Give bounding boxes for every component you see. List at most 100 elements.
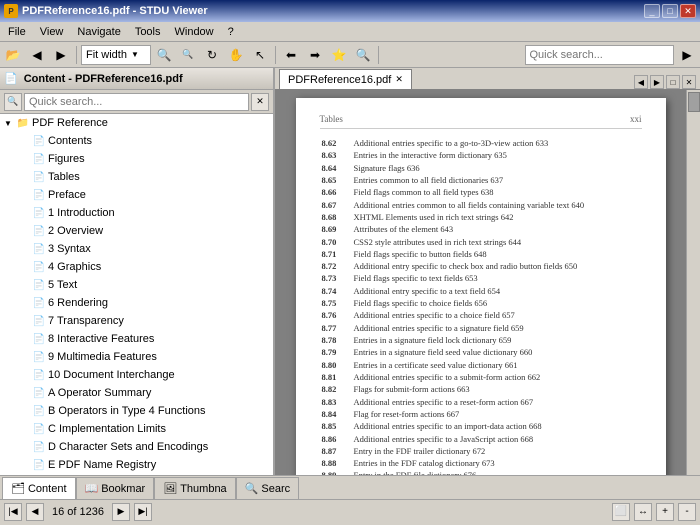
tree-item[interactable]: ▼📁PDF Reference <box>0 114 273 132</box>
tree-item[interactable]: 📄Preface <box>0 186 273 204</box>
page-header-left: Tables <box>320 114 343 124</box>
tree-item[interactable]: 📄F Linearized PDF <box>0 474 273 475</box>
tree-item[interactable]: 📄8 Interactive Features <box>0 330 273 348</box>
tree-item[interactable]: 📄5 Text <box>0 276 273 294</box>
tree-item[interactable]: 📄9 Multimedia Features <box>0 348 273 366</box>
prev-page-button[interactable]: ⬅ <box>280 44 302 66</box>
tab-thumbna[interactable]: 🖼 Thumbna <box>154 477 235 499</box>
toc-text: Entries in a certificate seed value dict… <box>350 359 640 371</box>
fit-width-selector[interactable]: Fit width ▼ <box>81 45 151 65</box>
menu-tools[interactable]: Tools <box>129 24 167 40</box>
toc-num: 8.62 <box>322 137 350 149</box>
tree-item[interactable]: 📄Figures <box>0 150 273 168</box>
pdf-tab-close-icon[interactable]: ✕ <box>395 74 403 85</box>
tree-item[interactable]: 📄B Operators in Type 4 Functions <box>0 402 273 420</box>
toc-entry: 8.85 Additional entries specific to an i… <box>320 420 642 432</box>
toc-num: 8.86 <box>322 433 350 445</box>
menu-help[interactable]: ? <box>222 24 240 40</box>
toc-text: CSS2 style attributes used in rich text … <box>350 236 640 248</box>
zoom-out-button[interactable]: 🔍 <box>177 44 199 66</box>
tree-item[interactable]: 📄4 Graphics <box>0 258 273 276</box>
tree-item[interactable]: 📄3 Syntax <box>0 240 273 258</box>
toc-num: 8.74 <box>322 285 350 297</box>
search-box-toolbar[interactable] <box>525 45 675 65</box>
toc-entry: 8.86 Additional entries specific to a Ja… <box>320 433 642 445</box>
pdf-tab-label: PDFReference16.pdf <box>288 74 391 86</box>
open-button[interactable]: 📂 <box>2 44 24 66</box>
maximize-button[interactable]: □ <box>662 4 678 18</box>
first-page-button[interactable]: |◀ <box>4 503 22 521</box>
tree-item[interactable]: 📄D Character Sets and Encodings <box>0 438 273 456</box>
tree-item[interactable]: 📄Contents <box>0 132 273 150</box>
page-icon: 📄 <box>32 368 46 382</box>
search-input[interactable] <box>530 49 670 61</box>
close-button[interactable]: ✕ <box>680 4 696 18</box>
last-page-button[interactable]: ▶| <box>134 503 152 521</box>
page-icon: 📄 <box>32 440 46 454</box>
panel-search-icon: 🔍 <box>4 93 22 111</box>
toc-text: Entries in a signature field lock dictio… <box>350 334 640 346</box>
tree-label: 4 Graphics <box>48 261 101 273</box>
menu-navigate[interactable]: Navigate <box>71 24 126 40</box>
toc-num: 8.87 <box>322 445 350 457</box>
tab-next-icon[interactable]: ▶ <box>650 75 664 89</box>
tab-content[interactable]: 🗂 Content <box>2 477 76 499</box>
tree-expander-empty <box>16 295 32 311</box>
hand-tool-button[interactable]: ✋ <box>225 44 247 66</box>
fit-width-status-button[interactable]: ↔ <box>634 503 652 521</box>
toc-entry: 8.88 Entries in the FDF catalog dictiona… <box>320 457 642 469</box>
tree-label: B Operators in Type 4 Functions <box>48 405 206 417</box>
minimize-button[interactable]: _ <box>644 4 660 18</box>
menu-view[interactable]: View <box>34 24 70 40</box>
fit-width-label: Fit width <box>86 49 127 61</box>
tree-item[interactable]: 📄E PDF Name Registry <box>0 456 273 474</box>
rotate-button[interactable]: ↻ <box>201 44 223 66</box>
forward-button[interactable]: ▶ <box>50 44 72 66</box>
tree-item[interactable]: 📄Tables <box>0 168 273 186</box>
tree-expander-empty <box>16 439 32 455</box>
pdf-content: Tables xxi 8.62 Additional entries speci… <box>275 90 686 475</box>
fit-page-status-button[interactable]: ⬜ <box>612 503 630 521</box>
zoom-in-button[interactable]: 🔍 <box>153 44 175 66</box>
toc-text: Field flags common to all field types 63… <box>350 186 640 198</box>
tab-close-icon[interactable]: ✕ <box>682 75 696 89</box>
tab-searc[interactable]: 🔍 Searc <box>236 477 299 499</box>
bookmark-button[interactable]: ⭐ <box>328 44 350 66</box>
toc-entry: 8.65 Entries common to all field diction… <box>320 174 642 186</box>
toc-text: Additional entries specific to a go-to-3… <box>350 137 640 149</box>
tree-expander-empty <box>16 457 32 473</box>
tree-item[interactable]: 📄A Operator Summary <box>0 384 273 402</box>
status-bar: |◀ ◀ 16 of 1236 ▶ ▶| ⬜ ↔ + - <box>0 499 700 523</box>
toc-num: 8.67 <box>322 199 350 211</box>
zoom-in-status-button[interactable]: + <box>656 503 674 521</box>
tree-item[interactable]: 📄10 Document Interchange <box>0 366 273 384</box>
tab-prev-icon[interactable]: ◀ <box>634 75 648 89</box>
search-go-button[interactable]: ▶ <box>676 44 698 66</box>
find-button[interactable]: 🔍 <box>352 44 374 66</box>
tab-bookmar[interactable]: 📖 Bookmar <box>76 477 155 499</box>
panel-search-clear[interactable]: ✕ <box>251 93 269 111</box>
select-button[interactable]: ↖ <box>249 44 271 66</box>
tree-item[interactable]: 📄2 Overview <box>0 222 273 240</box>
back-button[interactable]: ◀ <box>26 44 48 66</box>
panel-search-input[interactable] <box>24 93 249 111</box>
next-page-status-button[interactable]: ▶ <box>112 503 130 521</box>
next-page-button[interactable]: ➡ <box>304 44 326 66</box>
zoom-out-status-button[interactable]: - <box>678 503 696 521</box>
tree-item[interactable]: 📄6 Rendering <box>0 294 273 312</box>
tree-area: ▼📁PDF Reference📄Contents📄Figures📄Tables📄… <box>0 114 273 475</box>
menu-window[interactable]: Window <box>169 24 220 40</box>
prev-page-status-button[interactable]: ◀ <box>26 503 44 521</box>
title-bar: P PDFReference16.pdf - STDU Viewer _ □ ✕ <box>0 0 700 22</box>
tree-expander[interactable]: ▼ <box>0 115 16 131</box>
right-scrollbar[interactable] <box>686 90 700 475</box>
tree-item[interactable]: 📄7 Transparency <box>0 312 273 330</box>
tab-expand-icon[interactable]: □ <box>666 75 680 89</box>
toc-num: 8.76 <box>322 309 350 321</box>
pdf-tab[interactable]: PDFReference16.pdf ✕ <box>279 69 412 89</box>
menu-file[interactable]: File <box>2 24 32 40</box>
page-icon: 📄 <box>32 404 46 418</box>
tree-item[interactable]: 📄1 Introduction <box>0 204 273 222</box>
tree-item[interactable]: 📄C Implementation Limits <box>0 420 273 438</box>
toc-text: Signature flags 636 <box>350 162 640 174</box>
